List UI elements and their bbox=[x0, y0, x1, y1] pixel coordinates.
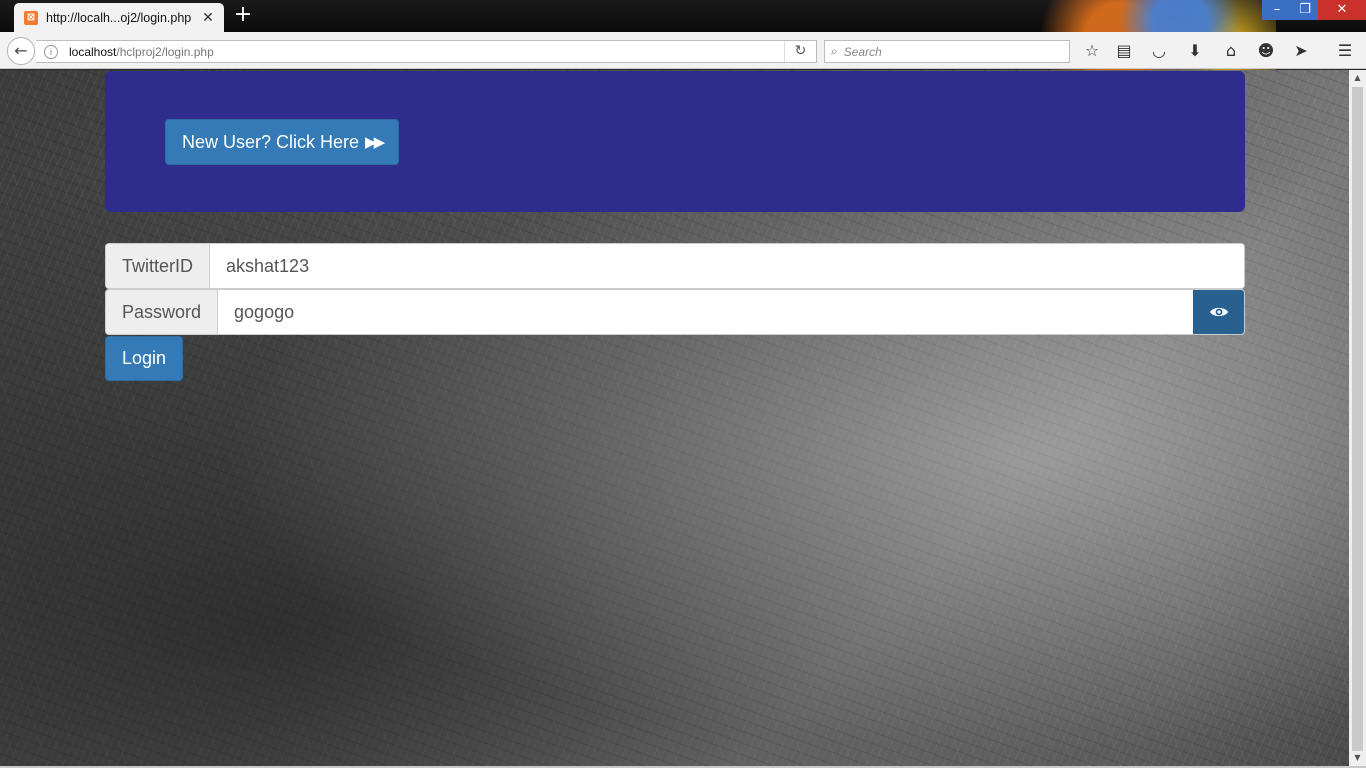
password-input[interactable] bbox=[218, 290, 1193, 334]
twitter-id-input[interactable] bbox=[210, 244, 1244, 288]
downloads-icon[interactable]: ⬇ bbox=[1184, 41, 1206, 61]
home-icon[interactable]: ⌂ bbox=[1220, 41, 1242, 61]
url-bar[interactable]: i localhost/hclproj2/login.php ↻ bbox=[36, 40, 817, 63]
site-info-icon[interactable]: i bbox=[44, 44, 58, 59]
close-tab-icon[interactable]: ✕ bbox=[200, 10, 216, 26]
send-icon[interactable]: ➤ bbox=[1290, 41, 1312, 61]
title-bar: ⊠ http://localh...oj2/login.php ✕ + – ❐ … bbox=[0, 0, 1366, 70]
password-group: Password bbox=[105, 289, 1245, 335]
fast-forward-icon: ▶▶ bbox=[365, 133, 385, 151]
search-icon: ⌕ bbox=[831, 44, 838, 58]
reload-icon[interactable]: ↻ bbox=[784, 41, 816, 62]
xampp-favicon-icon: ⊠ bbox=[24, 10, 38, 25]
hello-smiley-icon[interactable]: ☻ bbox=[1255, 41, 1277, 61]
show-password-button[interactable] bbox=[1193, 290, 1244, 334]
new-user-button[interactable]: New User? Click Here ▶▶ bbox=[165, 119, 399, 165]
scroll-thumb[interactable] bbox=[1352, 87, 1363, 751]
navigation-toolbar: ← i localhost/hclproj2/login.php ↻ ⌕ Sea… bbox=[0, 32, 1366, 69]
search-placeholder: Search bbox=[843, 44, 882, 59]
eye-icon bbox=[1209, 307, 1228, 317]
search-bar[interactable]: ⌕ Search bbox=[824, 40, 1070, 63]
new-tab-button[interactable]: + bbox=[233, 4, 253, 27]
scroll-down-arrow-icon[interactable]: ▼ bbox=[1349, 750, 1366, 766]
header-banner: New User? Click Here ▶▶ bbox=[105, 71, 1245, 212]
reading-list-icon[interactable]: ▤ bbox=[1113, 41, 1135, 61]
back-button[interactable]: ← bbox=[7, 37, 35, 65]
bookmark-star-icon[interactable]: ☆ bbox=[1081, 41, 1103, 61]
login-button[interactable]: Login bbox=[105, 336, 183, 381]
page-viewport: New User? Click Here ▶▶ TwitterID Passwo… bbox=[0, 70, 1349, 766]
tab-title: http://localh...oj2/login.php bbox=[46, 10, 192, 25]
restore-button[interactable]: ❐ bbox=[1292, 0, 1318, 20]
password-label: Password bbox=[106, 290, 219, 334]
browser-tab[interactable]: ⊠ http://localh...oj2/login.php ✕ bbox=[14, 3, 224, 32]
pocket-icon[interactable]: ◡ bbox=[1148, 41, 1170, 61]
menu-icon[interactable]: ☰ bbox=[1334, 41, 1356, 61]
twitter-id-group: TwitterID bbox=[105, 243, 1245, 289]
scroll-up-arrow-icon[interactable]: ▲ bbox=[1349, 70, 1366, 86]
vertical-scrollbar[interactable]: ▲ ▼ bbox=[1349, 70, 1366, 766]
url-text: localhost/hclproj2/login.php bbox=[69, 44, 214, 59]
twitter-id-label: TwitterID bbox=[106, 244, 211, 288]
minimize-button[interactable]: – bbox=[1262, 0, 1292, 20]
close-window-button[interactable]: ✕ bbox=[1318, 0, 1366, 20]
